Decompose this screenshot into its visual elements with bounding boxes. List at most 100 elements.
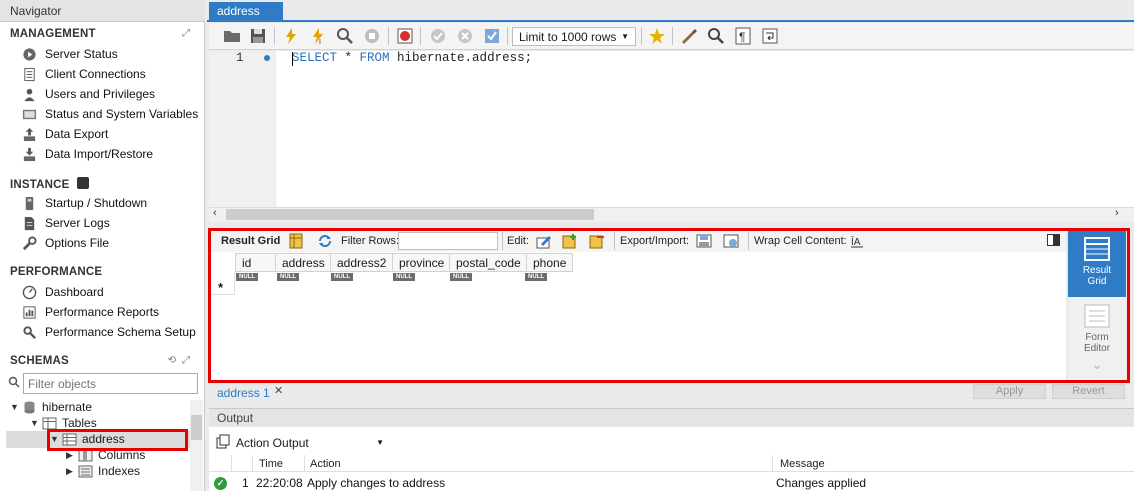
sql-editor[interactable] — [276, 51, 1134, 207]
dashboard-icon — [22, 285, 37, 300]
chevron-down-icon: ▼ — [376, 438, 384, 447]
nav-dashboard[interactable]: Dashboard — [22, 283, 104, 301]
sql-keyword: SELECT — [292, 51, 338, 65]
sql-keyword: FROM — [359, 51, 390, 65]
text-caret — [292, 52, 293, 66]
database-icon — [22, 401, 37, 414]
refresh-icon[interactable]: ⟲ — [168, 355, 176, 366]
nav-label: Server Status — [45, 47, 118, 61]
instance-status-icon — [76, 177, 89, 189]
tree-label: Tables — [62, 416, 97, 430]
tab-address[interactable]: address — [209, 2, 283, 22]
output-row-action: Apply changes to address — [307, 476, 446, 490]
tables-icon — [42, 417, 57, 430]
apply-button[interactable]: Apply — [973, 384, 1046, 399]
toggle-stop-on-error-icon[interactable] — [395, 26, 415, 46]
nav-status-variables[interactable]: Status and System Variables — [22, 105, 198, 123]
nav-server-status[interactable]: Server Status — [22, 45, 118, 63]
schema-setup-icon — [22, 325, 37, 340]
nav-startup-shutdown[interactable]: Startup / Shutdown — [22, 194, 147, 212]
add-snippet-icon[interactable] — [647, 26, 667, 46]
users-icon — [22, 87, 37, 102]
beautify-icon[interactable] — [679, 26, 699, 46]
chevron-down-icon: ▼ — [621, 32, 629, 41]
svg-text:¶: ¶ — [739, 30, 745, 44]
nav-data-import[interactable]: Data Import/Restore — [22, 145, 153, 163]
stop-icon[interactable] — [362, 26, 382, 46]
nav-server-logs[interactable]: Server Logs — [22, 214, 110, 232]
performance-reports-icon — [22, 305, 37, 320]
startup-shutdown-icon — [22, 196, 37, 211]
filter-objects-input[interactable] — [23, 373, 198, 394]
server-logs-icon — [22, 216, 37, 231]
nav-client-connections[interactable]: Client Connections — [22, 65, 146, 83]
tree-schema-hibernate[interactable]: ▼ hibernate — [10, 399, 92, 415]
tree-label: Indexes — [98, 464, 141, 478]
explain-icon[interactable] — [335, 26, 355, 46]
save-icon[interactable] — [248, 26, 268, 46]
editor-hscrollbar-thumb[interactable] — [226, 209, 594, 220]
highlight-box-result — [208, 228, 1130, 383]
sql-text: hibernate.address; — [389, 51, 533, 65]
invisible-chars-icon[interactable]: ¶ — [733, 26, 753, 46]
nav-performance-schema-setup[interactable]: Performance Schema Setup — [22, 323, 196, 341]
scroll-right-icon[interactable]: › — [1115, 207, 1119, 219]
nav-label: Client Connections — [45, 67, 146, 81]
indexes-icon — [78, 465, 93, 478]
nav-label: Dashboard — [45, 285, 104, 299]
limit-rows-label: Limit to 1000 rows — [519, 29, 617, 44]
collapse-icon[interactable]: ▼ — [30, 418, 42, 428]
highlight-box-table — [47, 429, 188, 451]
nav-label: Data Import/Restore — [45, 147, 154, 161]
data-export-icon — [22, 127, 37, 142]
output-row-num: 1 — [242, 476, 249, 490]
output-col-action: Action — [310, 458, 341, 470]
statement-marker-icon — [264, 55, 270, 61]
nav-options-file[interactable]: Options File — [22, 234, 109, 252]
expand-icon[interactable]: ▶ — [66, 450, 78, 461]
expand-icon[interactable]: ⤢ — [182, 28, 190, 39]
scroll-left-icon[interactable]: ‹ — [213, 207, 217, 219]
tree-scrollbar[interactable] — [190, 400, 203, 491]
expand-schemas-icon[interactable]: ⤢ — [182, 355, 190, 366]
navigator-title: Navigator — [0, 0, 205, 22]
find-icon[interactable] — [706, 26, 726, 46]
output-col-time: Time — [259, 458, 284, 470]
collapse-icon[interactable]: ▼ — [10, 402, 22, 412]
nav-label: Options File — [45, 236, 110, 250]
output-table-header — [209, 455, 1134, 472]
autocommit-icon[interactable] — [482, 26, 502, 46]
performance-heading: PERFORMANCE — [10, 266, 103, 278]
limit-rows-select[interactable]: Limit to 1000 rows ▼ — [512, 27, 636, 46]
nav-data-export[interactable]: Data Export — [22, 125, 108, 143]
rollback-icon[interactable] — [455, 26, 475, 46]
wrap-lines-icon[interactable] — [760, 26, 780, 46]
nav-users-privileges[interactable]: Users and Privileges — [22, 85, 155, 103]
output-row-message: Changes applied — [776, 476, 867, 490]
output-col-message: Message — [780, 458, 825, 470]
output-type-select[interactable]: Action Output ▼ — [236, 433, 388, 452]
success-icon: ✓ — [214, 477, 227, 490]
revert-button[interactable]: Revert — [1052, 384, 1125, 399]
nav-label: Server Logs — [45, 216, 110, 230]
tree-scrollbar-thumb[interactable] — [191, 415, 202, 440]
execute-current-icon[interactable]: I — [308, 26, 328, 46]
result-tab-close-icon[interactable]: ✕ — [274, 384, 283, 397]
nav-label: Performance Schema Setup — [45, 325, 196, 339]
nav-label: Startup / Shutdown — [45, 196, 148, 210]
search-icon — [8, 376, 20, 388]
execute-icon[interactable] — [281, 26, 301, 46]
nav-performance-reports[interactable]: Performance Reports — [22, 303, 159, 321]
management-heading: MANAGEMENT — [10, 28, 96, 40]
nav-label: Users and Privileges — [45, 87, 156, 101]
tree-indexes[interactable]: ▶ Indexes — [66, 463, 140, 479]
line-gutter — [209, 51, 275, 207]
sql-statement[interactable]: SELECT * FROM hibernate.address; — [292, 51, 532, 65]
sql-text: * — [337, 51, 360, 65]
instance-heading-text: INSTANCE — [10, 179, 70, 191]
open-file-icon[interactable] — [222, 26, 242, 46]
expand-icon[interactable]: ▶ — [66, 466, 78, 477]
nav-label: Data Export — [45, 127, 109, 141]
tree-label: hibernate — [42, 400, 93, 414]
commit-icon[interactable] — [428, 26, 448, 46]
